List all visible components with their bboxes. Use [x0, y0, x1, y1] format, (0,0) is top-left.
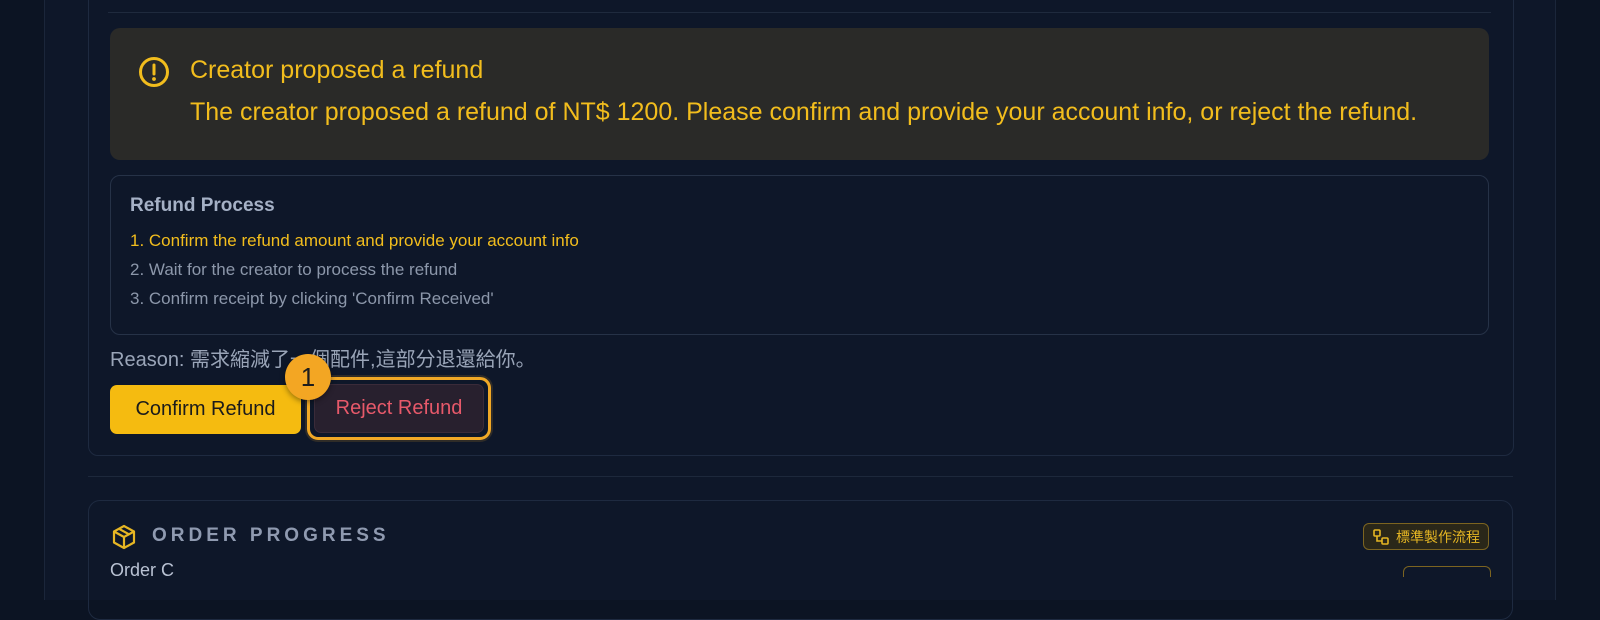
workflow-tag[interactable]: 標準製作流程: [1363, 523, 1489, 550]
order-progress-title: ORDER PROGRESS: [152, 525, 390, 546]
refund-process-box: Refund Process 1. Confirm the refund amo…: [110, 175, 1489, 335]
confirm-refund-button[interactable]: Confirm Refund: [110, 385, 301, 434]
package-icon: [112, 524, 136, 550]
alert-circle-icon: [139, 57, 169, 87]
process-title: Refund Process: [130, 195, 275, 216]
order-progress-card: [88, 500, 1513, 620]
process-step-2: 2. Wait for the creator to process the r…: [130, 260, 458, 279]
process-step-3: 3. Confirm receipt by clicking 'Confirm …: [130, 289, 494, 308]
alert-title: Creator proposed a refund: [190, 56, 484, 84]
section-divider: [88, 476, 1513, 477]
workflow-tag-label: 標準製作流程: [1396, 529, 1480, 546]
process-step-1: 1. Confirm the refund amount and provide…: [130, 231, 579, 250]
order-row-tag: [1403, 566, 1491, 577]
step-number-badge: 1: [285, 354, 331, 400]
workflow-icon: [1373, 528, 1389, 545]
refund-alert: Creator proposed a refund The creator pr…: [110, 28, 1489, 160]
reject-refund-button[interactable]: Reject Refund: [314, 384, 484, 433]
alert-message: The creator proposed a refund of NT$ 120…: [190, 98, 1418, 126]
